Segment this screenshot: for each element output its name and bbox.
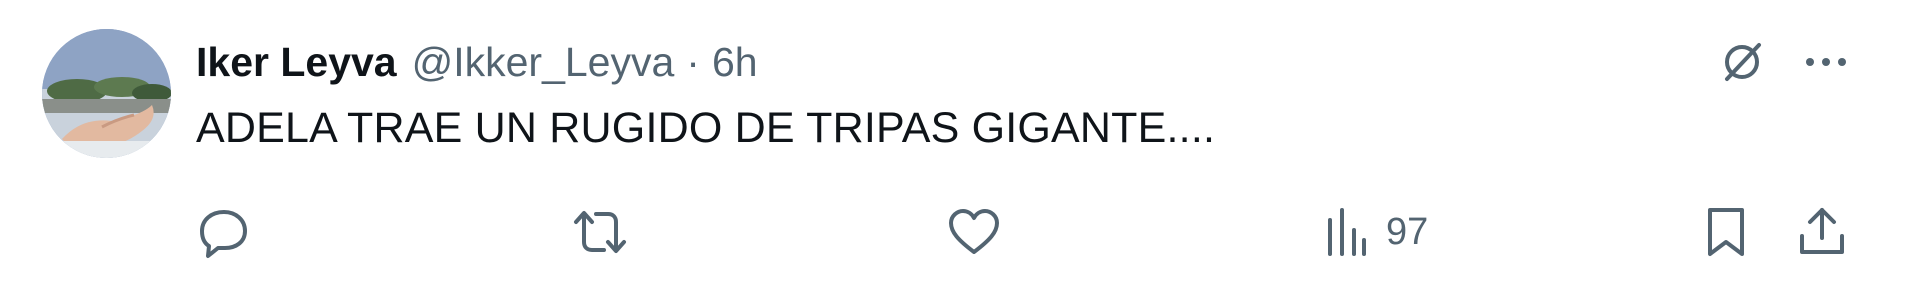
- views-count: 97: [1386, 210, 1429, 253]
- avatar[interactable]: [42, 29, 171, 158]
- share-button[interactable]: [1796, 200, 1848, 264]
- author-handle[interactable]: @Ikker_Leyva: [412, 39, 675, 86]
- tweet-text: ADELA TRAE UN RUGIDO DE TRIPAS GIGANTE..…: [196, 104, 1216, 152]
- tweet-timestamp[interactable]: 6h: [712, 39, 758, 86]
- more-icon: [1806, 58, 1846, 66]
- bookmark-button[interactable]: [1702, 200, 1750, 264]
- bookmark-icon: [1708, 208, 1744, 256]
- more-options-button[interactable]: [1796, 32, 1856, 92]
- reply-button[interactable]: [196, 200, 252, 264]
- retweet-button[interactable]: [570, 200, 630, 264]
- tweet-card[interactable]: Iker Leyva @Ikker_Leyva · 6h ADELA TRAE …: [0, 0, 1910, 294]
- separator-dot: ·: [686, 38, 700, 85]
- grok-button[interactable]: [1712, 32, 1772, 92]
- retweet-icon: [574, 211, 626, 253]
- reply-icon: [200, 210, 247, 258]
- heart-icon: [949, 209, 999, 254]
- grok-icon: [1725, 43, 1761, 81]
- like-button[interactable]: [946, 200, 1002, 264]
- author-display-name[interactable]: Iker Leyva: [196, 39, 397, 86]
- views-button[interactable]: 97: [1324, 200, 1428, 264]
- share-icon: [1800, 208, 1844, 254]
- tweet-header: Iker Leyva @Ikker_Leyva · 6h: [196, 34, 758, 90]
- views-chart-icon: [1328, 208, 1366, 256]
- avatar-image: [42, 29, 171, 158]
